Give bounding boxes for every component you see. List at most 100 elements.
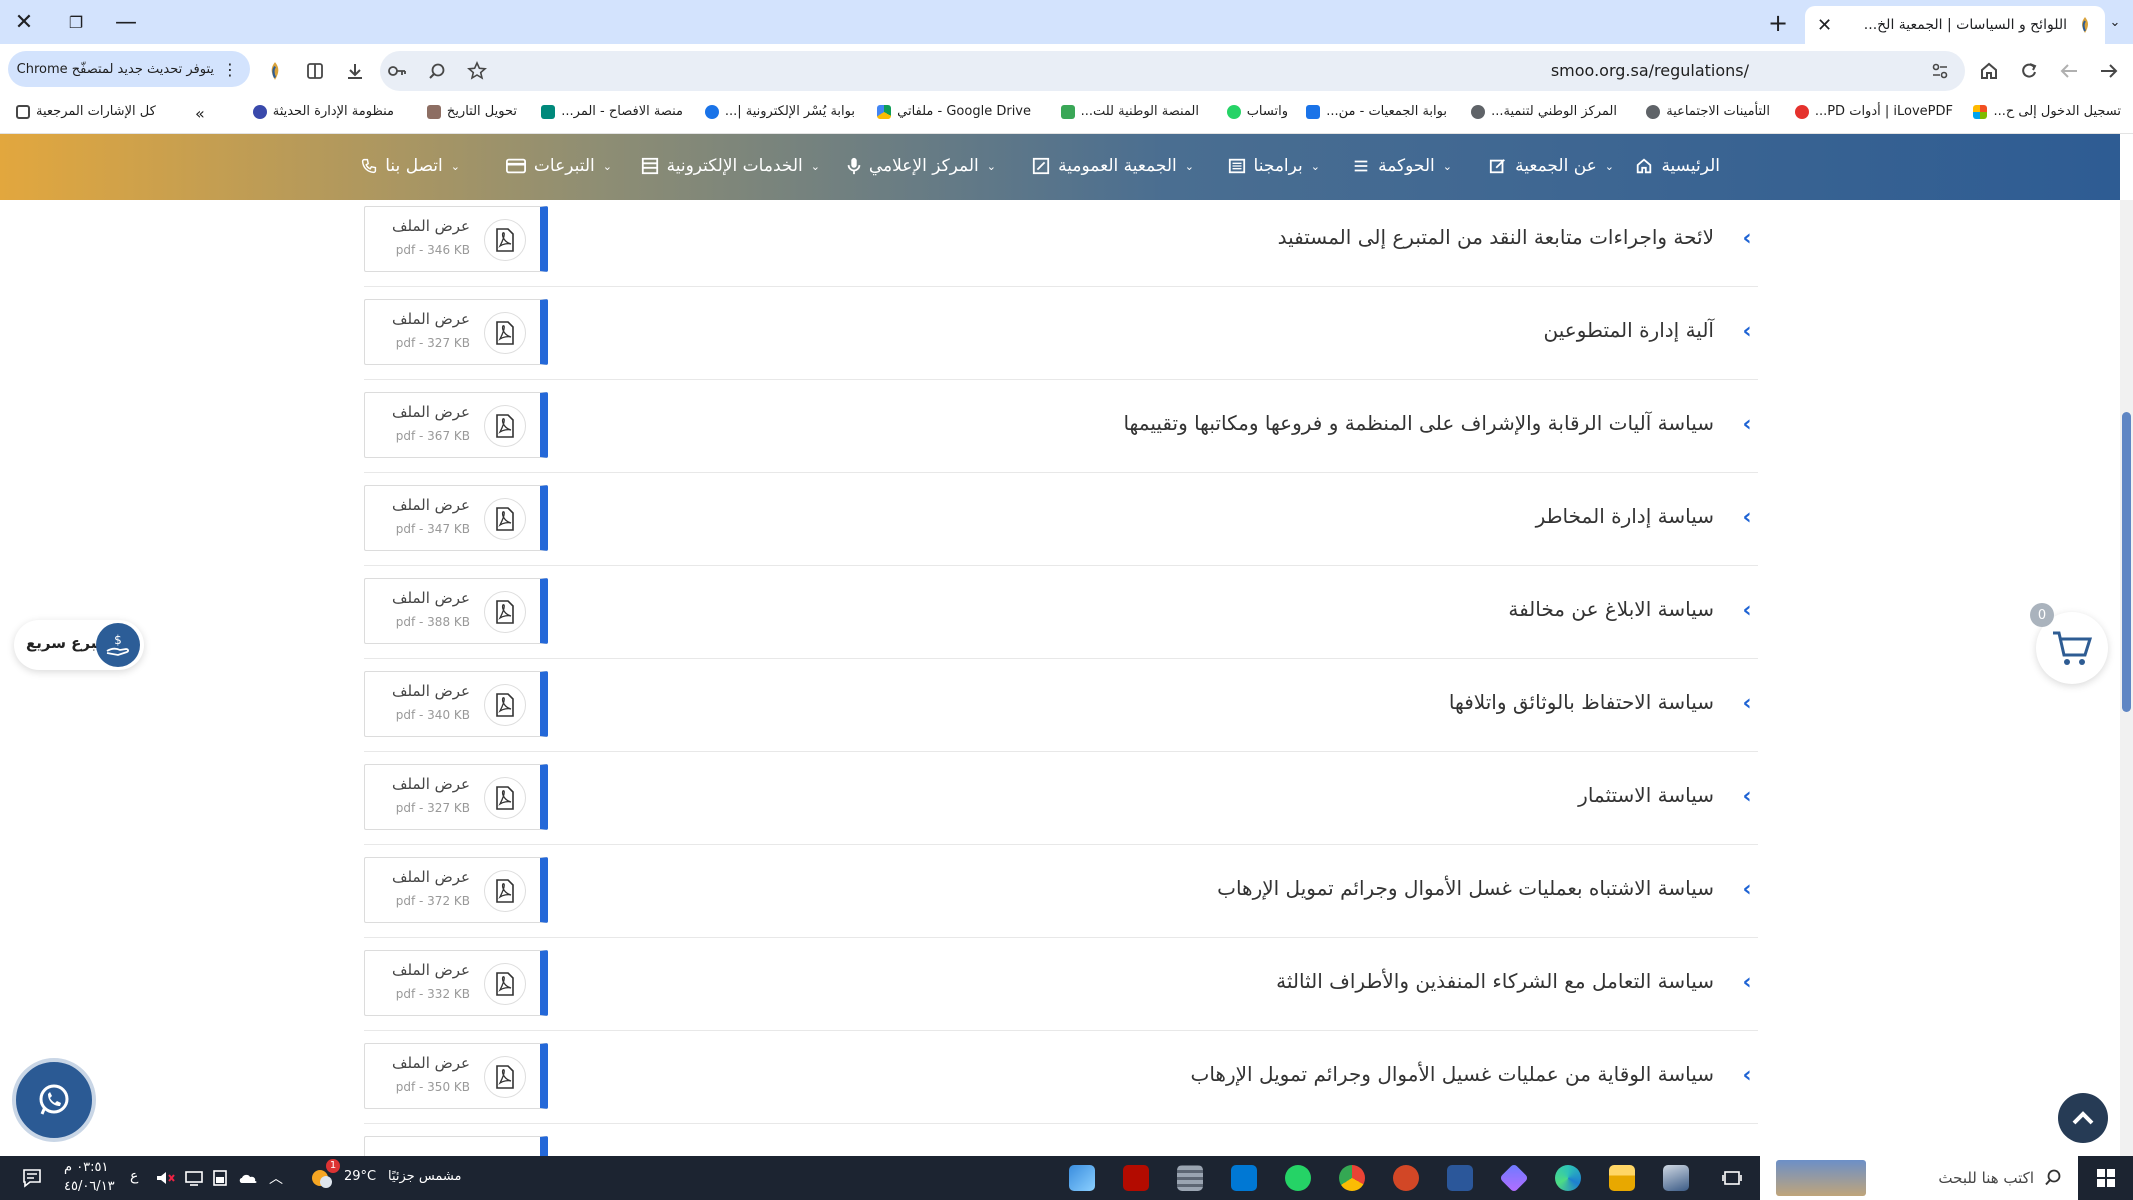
pen-app-icon[interactable] bbox=[1660, 1163, 1692, 1193]
calculator-icon[interactable] bbox=[1174, 1163, 1206, 1193]
nav-media-center[interactable]: المركز الإعلامي ⌄ bbox=[847, 156, 996, 176]
chevron-left-icon[interactable]: ‹ bbox=[1736, 409, 1758, 439]
bookmark-item[interactable]: منصة الافصاح - المر... bbox=[541, 104, 683, 119]
view-file-button[interactable]: عرض الملف pdf - 350 KB bbox=[364, 1043, 548, 1109]
network-icon[interactable] bbox=[178, 1163, 210, 1193]
view-file-button[interactable]: عرض الملف pdf - 332 KB bbox=[364, 950, 548, 1016]
nav-programs[interactable]: برامجنا ⌄ bbox=[1228, 156, 1320, 176]
powerpoint-icon[interactable] bbox=[1390, 1163, 1422, 1193]
nav-contact[interactable]: اتصل بنا ⌄ bbox=[361, 156, 460, 176]
document-title[interactable]: لائحة واجراءات متابعة النقد من المتبرع إ… bbox=[1278, 225, 1714, 249]
nav-about[interactable]: عن الجمعية ⌄ bbox=[1489, 156, 1614, 176]
volume-muted-icon[interactable] bbox=[150, 1163, 182, 1193]
more-menu-icon[interactable]: ⋮ bbox=[222, 60, 238, 79]
document-title[interactable]: سياسة الاشتباه بعمليات غسل الأموال وجرائ… bbox=[1217, 876, 1714, 900]
active-tab[interactable]: اللوائح و السياسات | الجمعية الخ... ✕ bbox=[1805, 6, 2105, 44]
home-browser-icon[interactable] bbox=[1974, 56, 2004, 86]
zoom-icon[interactable] bbox=[424, 58, 450, 84]
forward-icon[interactable] bbox=[2054, 56, 2084, 86]
view-file-button[interactable] bbox=[364, 1136, 548, 1156]
media-app-icon[interactable] bbox=[1498, 1163, 1530, 1193]
new-tab-button[interactable]: + bbox=[1763, 8, 1793, 38]
file-explorer-icon[interactable] bbox=[1606, 1163, 1638, 1193]
tab-search-chevron-icon[interactable]: ⌄ bbox=[2103, 10, 2127, 34]
view-file-button[interactable]: عرض الملف pdf - 367 KB bbox=[364, 392, 548, 458]
chevron-left-icon[interactable]: ‹ bbox=[1736, 781, 1758, 811]
nav-governance[interactable]: الحوكمة ⌄ bbox=[1352, 156, 1452, 176]
reload-icon[interactable] bbox=[2014, 56, 2044, 86]
bookmark-star-icon[interactable] bbox=[464, 58, 490, 84]
restore-window-icon[interactable]: ❐ bbox=[58, 6, 94, 38]
extension-icon[interactable] bbox=[260, 56, 290, 86]
document-title[interactable]: آلية إدارة المتطوعين bbox=[1544, 318, 1714, 342]
scroll-to-top-button[interactable] bbox=[2058, 1093, 2108, 1143]
minimize-window-icon[interactable]: — bbox=[108, 6, 144, 38]
document-title[interactable]: سياسة الابلاغ عن مخالفة bbox=[1508, 597, 1714, 621]
windows-start-icon[interactable] bbox=[2090, 1163, 2122, 1193]
bookmark-item[interactable]: تحويل التاريخ bbox=[426, 104, 517, 119]
download-icon[interactable] bbox=[340, 56, 370, 86]
whatsapp-button[interactable] bbox=[12, 1058, 96, 1142]
bookmark-item[interactable]: بوابة الجمعيات - من... bbox=[1306, 104, 1447, 119]
document-title[interactable]: سياسة الاحتفاظ بالوثائق واتلافها bbox=[1449, 690, 1714, 714]
whatsapp-app-icon[interactable] bbox=[1282, 1163, 1314, 1193]
bookmark-item[interactable]: Google Drive - ملفاتي bbox=[877, 104, 1031, 119]
address-bar[interactable]: smoo.org.sa/regulations/ bbox=[380, 51, 1965, 91]
notifications-icon[interactable] bbox=[16, 1163, 48, 1193]
clock-time[interactable]: ٠٣:٥١ م bbox=[64, 1160, 109, 1175]
back-icon[interactable] bbox=[2094, 56, 2124, 86]
chevron-left-icon[interactable]: ‹ bbox=[1736, 1060, 1758, 1090]
photos-app-icon[interactable] bbox=[1066, 1163, 1098, 1193]
chrome-update-button[interactable]: ⋮ يتوفر تحديث جديد لمتصفّح Chrome bbox=[8, 51, 250, 87]
word-icon[interactable] bbox=[1444, 1163, 1476, 1193]
acrobat-icon[interactable] bbox=[1120, 1163, 1152, 1193]
chevron-left-icon[interactable]: ‹ bbox=[1736, 688, 1758, 718]
edge-icon[interactable] bbox=[1552, 1163, 1584, 1193]
bookmark-item[interactable]: iLovePDF | أدوات PD... bbox=[1794, 104, 1953, 119]
view-file-button[interactable]: عرض الملف pdf - 327 KB bbox=[364, 764, 548, 830]
chevron-left-icon[interactable]: ‹ bbox=[1736, 967, 1758, 997]
input-language[interactable]: ع bbox=[130, 1168, 138, 1184]
document-title[interactable]: سياسة الوقاية من عمليات غسيل الأموال وجر… bbox=[1191, 1062, 1715, 1086]
chrome-icon[interactable] bbox=[1336, 1163, 1368, 1193]
chevron-left-icon[interactable]: ‹ bbox=[1736, 595, 1758, 625]
side-panel-icon[interactable] bbox=[300, 56, 330, 86]
bookmark-item[interactable]: المركز الوطني لتنمية... bbox=[1471, 104, 1617, 119]
task-view-icon[interactable] bbox=[1716, 1163, 1748, 1193]
bookmark-item[interactable]: تسجيل الدخول إلى ح... bbox=[1973, 104, 2121, 119]
view-file-button[interactable]: عرض الملف pdf - 346 KB bbox=[364, 206, 548, 272]
document-title[interactable]: سياسة الاستثمار bbox=[1578, 783, 1714, 807]
all-bookmarks-button[interactable]: كل الإشارات المرجعية bbox=[16, 104, 156, 119]
outlook-icon[interactable] bbox=[1228, 1163, 1260, 1193]
tab-close-icon[interactable]: ✕ bbox=[1817, 15, 1832, 36]
document-title[interactable]: سياسة إدارة المخاطر bbox=[1536, 504, 1714, 528]
nav-general-assembly[interactable]: الجمعية العمومية ⌄ bbox=[1032, 156, 1194, 176]
document-title[interactable]: سياسة آليات الرقابة والإشراف على المنظمة… bbox=[1123, 411, 1714, 435]
document-title[interactable]: سياسة التعامل مع الشركاء المنفذين والأطر… bbox=[1276, 969, 1714, 993]
bookmarks-overflow-icon[interactable]: » bbox=[195, 104, 205, 123]
password-key-icon[interactable] bbox=[384, 58, 410, 84]
view-file-button[interactable]: عرض الملف pdf - 372 KB bbox=[364, 857, 548, 923]
bookmark-item[interactable]: منظومة الإدارة الحديثة bbox=[252, 104, 394, 119]
view-file-button[interactable]: عرض الملف pdf - 347 KB bbox=[364, 485, 548, 551]
chevron-left-icon[interactable]: ‹ bbox=[1736, 502, 1758, 532]
view-file-button[interactable]: عرض الملف pdf - 340 KB bbox=[364, 671, 548, 737]
close-window-icon[interactable]: ✕ bbox=[6, 6, 42, 38]
nav-e-services[interactable]: الخدمات الإلكترونية ⌄ bbox=[641, 156, 820, 176]
chevron-left-icon[interactable]: ‹ bbox=[1736, 223, 1758, 253]
quick-donate-button[interactable]: تبرع سريع $ bbox=[14, 620, 144, 670]
taskbar-search-box[interactable]: اكتب هنا للبحث bbox=[1760, 1156, 2078, 1200]
chevron-left-icon[interactable]: ‹ bbox=[1736, 874, 1758, 904]
clock-date[interactable]: ٤٥/٠٦/١٣ bbox=[64, 1179, 115, 1194]
page-scrollbar-thumb[interactable] bbox=[2122, 412, 2131, 712]
site-settings-icon[interactable] bbox=[1927, 58, 1953, 84]
chevron-left-icon[interactable]: ‹ bbox=[1736, 316, 1758, 346]
nav-donations[interactable]: التبرعات ⌄ bbox=[505, 156, 612, 176]
bookmark-item[interactable]: واتساب bbox=[1226, 104, 1288, 119]
bookmark-item[interactable]: المنصة الوطنية للت... bbox=[1060, 104, 1199, 119]
tray-chevron-up-icon[interactable]: ︿ bbox=[260, 1163, 292, 1193]
bookmark-item[interactable]: بوابة يُسْر الإلكترونية |... bbox=[704, 104, 855, 119]
nav-home[interactable]: الرئيسية bbox=[1635, 156, 1720, 176]
view-file-button[interactable]: عرض الملف pdf - 327 KB bbox=[364, 299, 548, 365]
bookmark-item[interactable]: التأمينات الاجتماعية bbox=[1646, 104, 1770, 119]
